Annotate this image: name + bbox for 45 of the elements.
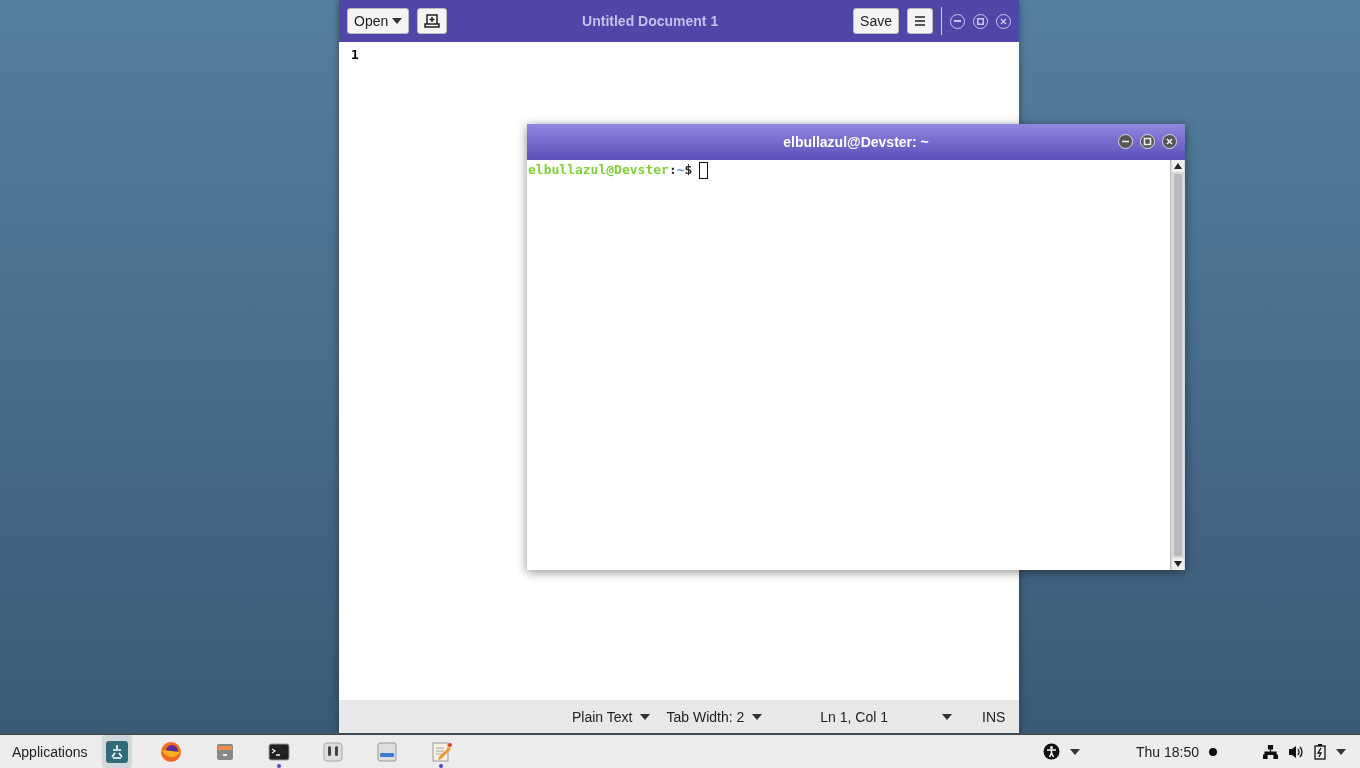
network-icon[interactable] [1263, 744, 1278, 759]
dropdown-caret-icon [392, 18, 403, 24]
switch-panel-icon [320, 739, 345, 764]
text-cursor [699, 162, 709, 179]
scrollbar-thumb[interactable] [1174, 174, 1182, 556]
applications-menu[interactable]: Applications [12, 743, 88, 760]
close-icon[interactable] [1162, 134, 1177, 149]
menu-icon [914, 15, 926, 27]
prompt-user: elbullazul@Devster [528, 162, 669, 177]
volume-icon[interactable] [1288, 744, 1304, 759]
browser-icon [158, 739, 183, 764]
cursor-position-selector[interactable]: Ln 1, Col 1 [820, 708, 952, 725]
language-selector[interactable]: Plain Text [572, 708, 651, 725]
scrollbar[interactable] [1170, 160, 1185, 570]
terminal-output[interactable]: elbullazul@Devster:~$ [527, 160, 1170, 570]
minimize-icon [954, 20, 961, 22]
dropdown-caret-icon [752, 713, 763, 720]
prompt-symbol: $ [684, 162, 693, 177]
open-button[interactable]: Open [347, 8, 410, 34]
dropdown-caret-icon [640, 713, 651, 720]
scroll-up-icon[interactable] [1172, 160, 1184, 172]
window-panel-icon [374, 739, 399, 764]
window-title: elbullazul@Devster: ~ [783, 134, 929, 150]
scroll-down-icon[interactable] [1172, 558, 1184, 570]
dropdown-caret-icon [942, 713, 952, 720]
dropdown-caret-icon [1336, 748, 1346, 755]
window-title: Untitled Document 1 [581, 13, 720, 29]
insert-mode-indicator: INS [982, 708, 1006, 725]
accessibility-icon[interactable] [1042, 743, 1060, 760]
dropdown-caret-icon [1069, 748, 1080, 755]
tab-width-selector[interactable]: Tab Width: 2 [666, 708, 763, 725]
clock[interactable]: Thu 18:50 [1135, 743, 1199, 760]
launcher-icon [104, 739, 129, 764]
new-tab-button[interactable] [417, 8, 448, 34]
prompt-separator: : [668, 162, 677, 177]
battery-icon[interactable] [1314, 743, 1326, 760]
new-document-icon [424, 13, 441, 29]
menu-button[interactable] [907, 8, 933, 34]
maximize-icon[interactable] [1140, 134, 1155, 149]
close-icon [1000, 17, 1007, 25]
minimize-icon[interactable] [1118, 134, 1133, 149]
maximize-icon [977, 17, 984, 25]
notification-dot-icon [1209, 747, 1217, 756]
save-button[interactable]: Save [853, 8, 899, 34]
prompt-path: ~ [676, 162, 685, 177]
